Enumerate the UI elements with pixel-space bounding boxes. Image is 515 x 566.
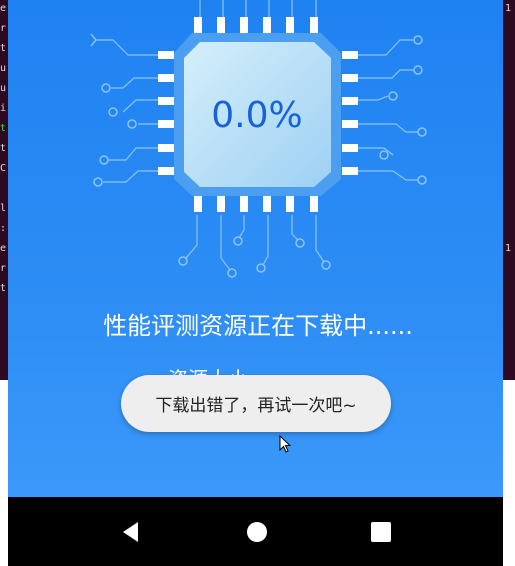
terminal-char: u — [0, 83, 7, 94]
terminal-char: i — [0, 103, 7, 114]
app-view: 0.0% 性能评测资源正在下载中...... 资源大小 下载出错了，再试一次吧~ — [8, 0, 503, 497]
mouse-pointer-icon — [279, 435, 292, 453]
terminal-char: t — [0, 283, 7, 294]
terminal-char: e — [0, 3, 7, 14]
terminal-char: t — [0, 143, 7, 154]
android-navigation-bar — [8, 497, 503, 566]
terminal-char: t — [0, 123, 7, 134]
terminal-char: u — [0, 63, 7, 74]
cpu-chip-illustration — [90, 0, 427, 278]
download-status-text: 性能评测资源正在下载中...... — [103, 312, 413, 340]
terminal-char: l — [0, 203, 7, 214]
back-triangle-icon[interactable] — [116, 517, 146, 547]
terminal-char: r — [0, 263, 7, 274]
error-toast-text: 下载出错了，再试一次吧~ — [155, 396, 357, 416]
terminal-char: 1 — [505, 243, 512, 254]
terminal-char: e — [0, 243, 7, 254]
terminal-char: r — [0, 23, 7, 34]
terminal-char: : — [0, 223, 7, 234]
terminal-background-left: ertuuittCl:ert — [0, 0, 8, 380]
download-progress-percent: 0.0% — [211, 95, 303, 136]
recent-apps-square-icon[interactable] — [366, 517, 396, 547]
error-toast: 下载出错了，再试一次吧~ — [121, 375, 391, 432]
terminal-char: C — [0, 163, 7, 174]
terminal-background-right: 11 — [503, 0, 515, 380]
home-circle-icon[interactable] — [242, 517, 272, 547]
phone-screen: 0.0% 性能评测资源正在下载中...... 资源大小 下载出错了，再试一次吧~ — [8, 0, 503, 566]
terminal-char: t — [0, 43, 7, 54]
terminal-char: 1 — [505, 3, 512, 14]
